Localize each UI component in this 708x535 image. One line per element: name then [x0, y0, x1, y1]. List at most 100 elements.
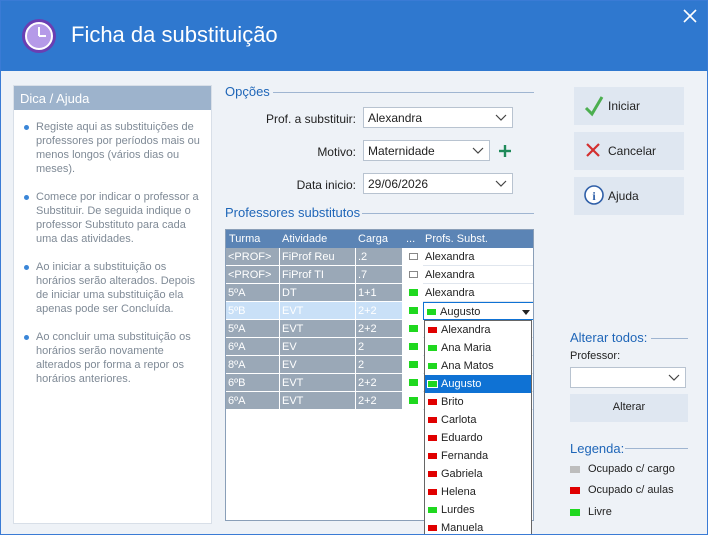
close-icon[interactable]	[683, 9, 697, 23]
carga-cell[interactable]: 2+2	[356, 392, 403, 410]
dropdown-option-label: Manuela	[441, 522, 484, 534]
status-cell[interactable]	[403, 338, 423, 356]
red-swatch-icon	[570, 486, 580, 494]
red-marker-icon	[428, 399, 437, 405]
empty-box-icon	[409, 271, 418, 278]
dropdown-option[interactable]: Fernanda	[425, 447, 531, 465]
cancelar-button[interactable]: Cancelar	[574, 132, 684, 170]
dropdown-option-label: Ana Maria	[441, 342, 492, 354]
red-marker-icon	[428, 435, 437, 441]
carga-cell[interactable]: .7	[356, 266, 403, 284]
info-icon: i	[584, 185, 604, 205]
dropdown-option[interactable]: Augusto	[425, 375, 531, 393]
table-row[interactable]: 5ºB EVT 2+2 Augusto	[226, 302, 533, 320]
dropdown-option[interactable]: Ana Matos	[425, 357, 531, 375]
add-icon[interactable]	[498, 144, 512, 158]
prof-select[interactable]: Alexandra	[363, 107, 513, 128]
green-marker-icon	[428, 363, 437, 369]
green-marker-icon	[409, 379, 418, 386]
alterar-divider	[651, 338, 688, 339]
col-turma[interactable]: Turma	[229, 233, 260, 245]
table-row[interactable]: <PROF> FiProf Reu .2 Alexandra	[226, 248, 533, 266]
legend-item: Livre	[570, 506, 612, 518]
dropdown-option[interactable]: Manuela	[425, 519, 531, 534]
red-marker-icon	[428, 417, 437, 423]
status-cell[interactable]	[403, 266, 423, 284]
title-bar: Ficha da substituição	[1, 1, 707, 71]
dropdown-option[interactable]: Carlota	[425, 411, 531, 429]
dropdown-option[interactable]: Brito	[425, 393, 531, 411]
carga-cell[interactable]: 1+1	[356, 284, 403, 302]
dropdown-option[interactable]: Lurdes	[425, 501, 531, 519]
turma-cell[interactable]: <PROF>	[226, 248, 280, 266]
green-marker-icon	[427, 380, 438, 388]
dropdown-arrow-icon[interactable]	[522, 310, 530, 315]
date-picker[interactable]: 29/06/2026	[363, 173, 513, 194]
legend-heading: Legenda:	[570, 441, 625, 456]
atividade-cell[interactable]: FiProf TI	[280, 266, 356, 284]
dropdown-option[interactable]: Alexandra	[425, 321, 531, 339]
iniciar-button[interactable]: Iniciar	[574, 87, 684, 125]
clock-icon	[22, 19, 56, 53]
atividade-cell[interactable]: EVT	[280, 302, 356, 320]
dropdown-option[interactable]: Helena	[425, 483, 531, 501]
prof-dropdown-list[interactable]: Alexandra Ana Maria Ana Matos Augusto Brito C…	[424, 320, 532, 534]
ajuda-button[interactable]: i Ajuda	[574, 177, 684, 215]
status-cell[interactable]	[403, 248, 423, 266]
date-value: 29/06/2026	[368, 177, 429, 191]
status-cell[interactable]	[403, 302, 423, 320]
carga-cell[interactable]: 2	[356, 338, 403, 356]
turma-cell[interactable]: 6ºB	[226, 374, 280, 392]
carga-cell[interactable]: 2+2	[356, 302, 403, 320]
carga-cell[interactable]: 2	[356, 356, 403, 374]
col-prof[interactable]: Profs. Subst.	[425, 233, 488, 245]
atividade-cell[interactable]: EV	[280, 356, 356, 374]
empty-box-icon	[409, 253, 418, 260]
prof-cell[interactable]: Alexandra	[423, 266, 533, 284]
prof-cell[interactable]: Alexandra	[423, 248, 533, 266]
motivo-value: Maternidade	[368, 144, 435, 158]
turma-cell[interactable]: <PROF>	[226, 266, 280, 284]
status-cell[interactable]	[403, 374, 423, 392]
status-cell[interactable]	[403, 392, 423, 410]
motivo-select[interactable]: Maternidade	[363, 140, 490, 161]
legend-item: Ocupado c/ cargo	[570, 463, 675, 475]
professor-select[interactable]	[570, 367, 686, 388]
turma-cell[interactable]: 5ºA	[226, 284, 280, 302]
options-heading: Opções	[225, 84, 270, 99]
prof-value: Alexandra	[368, 111, 423, 125]
atividade-cell[interactable]: EVT	[280, 320, 356, 338]
turma-cell[interactable]: 8ºA	[226, 356, 280, 374]
status-cell[interactable]	[403, 284, 423, 302]
turma-cell[interactable]: 5ºB	[226, 302, 280, 320]
atividade-cell[interactable]: EVT	[280, 374, 356, 392]
col-mark[interactable]: ...	[406, 233, 415, 245]
carga-cell[interactable]: 2+2	[356, 320, 403, 338]
dropdown-option[interactable]: Gabriela	[425, 465, 531, 483]
carga-cell[interactable]: .2	[356, 248, 403, 266]
close-icon	[586, 143, 600, 157]
dropdown-option[interactable]: Eduardo	[425, 429, 531, 447]
status-cell[interactable]	[403, 320, 423, 338]
col-atividade[interactable]: Atividade	[282, 233, 327, 245]
turma-cell[interactable]: 6ºA	[226, 338, 280, 356]
atividade-cell[interactable]: EVT	[280, 392, 356, 410]
turma-cell[interactable]: 5ºA	[226, 320, 280, 338]
prof-cell[interactable]: Alexandra	[423, 284, 533, 302]
carga-cell[interactable]: 2+2	[356, 374, 403, 392]
dropdown-option[interactable]: Ana Maria	[425, 339, 531, 357]
atividade-cell[interactable]: FiProf Reu	[280, 248, 356, 266]
alterar-button[interactable]: Alterar	[570, 394, 688, 422]
substitutes-heading: Professores substitutos	[225, 205, 361, 220]
red-marker-icon	[428, 489, 437, 495]
checkmark-icon	[584, 96, 604, 117]
atividade-cell[interactable]: EV	[280, 338, 356, 356]
turma-cell[interactable]: 6ºA	[226, 392, 280, 410]
atividade-cell[interactable]: DT	[280, 284, 356, 302]
prof-cell[interactable]: Augusto	[423, 302, 533, 320]
table-row[interactable]: <PROF> FiProf TI .7 Alexandra	[226, 266, 533, 284]
table-row[interactable]: 5ºA DT 1+1 Alexandra	[226, 284, 533, 302]
status-cell[interactable]	[403, 356, 423, 374]
col-carga[interactable]: Carga	[358, 233, 388, 245]
substitution-dialog: Ficha da substituição Dica / Ajuda Regis…	[0, 0, 708, 535]
